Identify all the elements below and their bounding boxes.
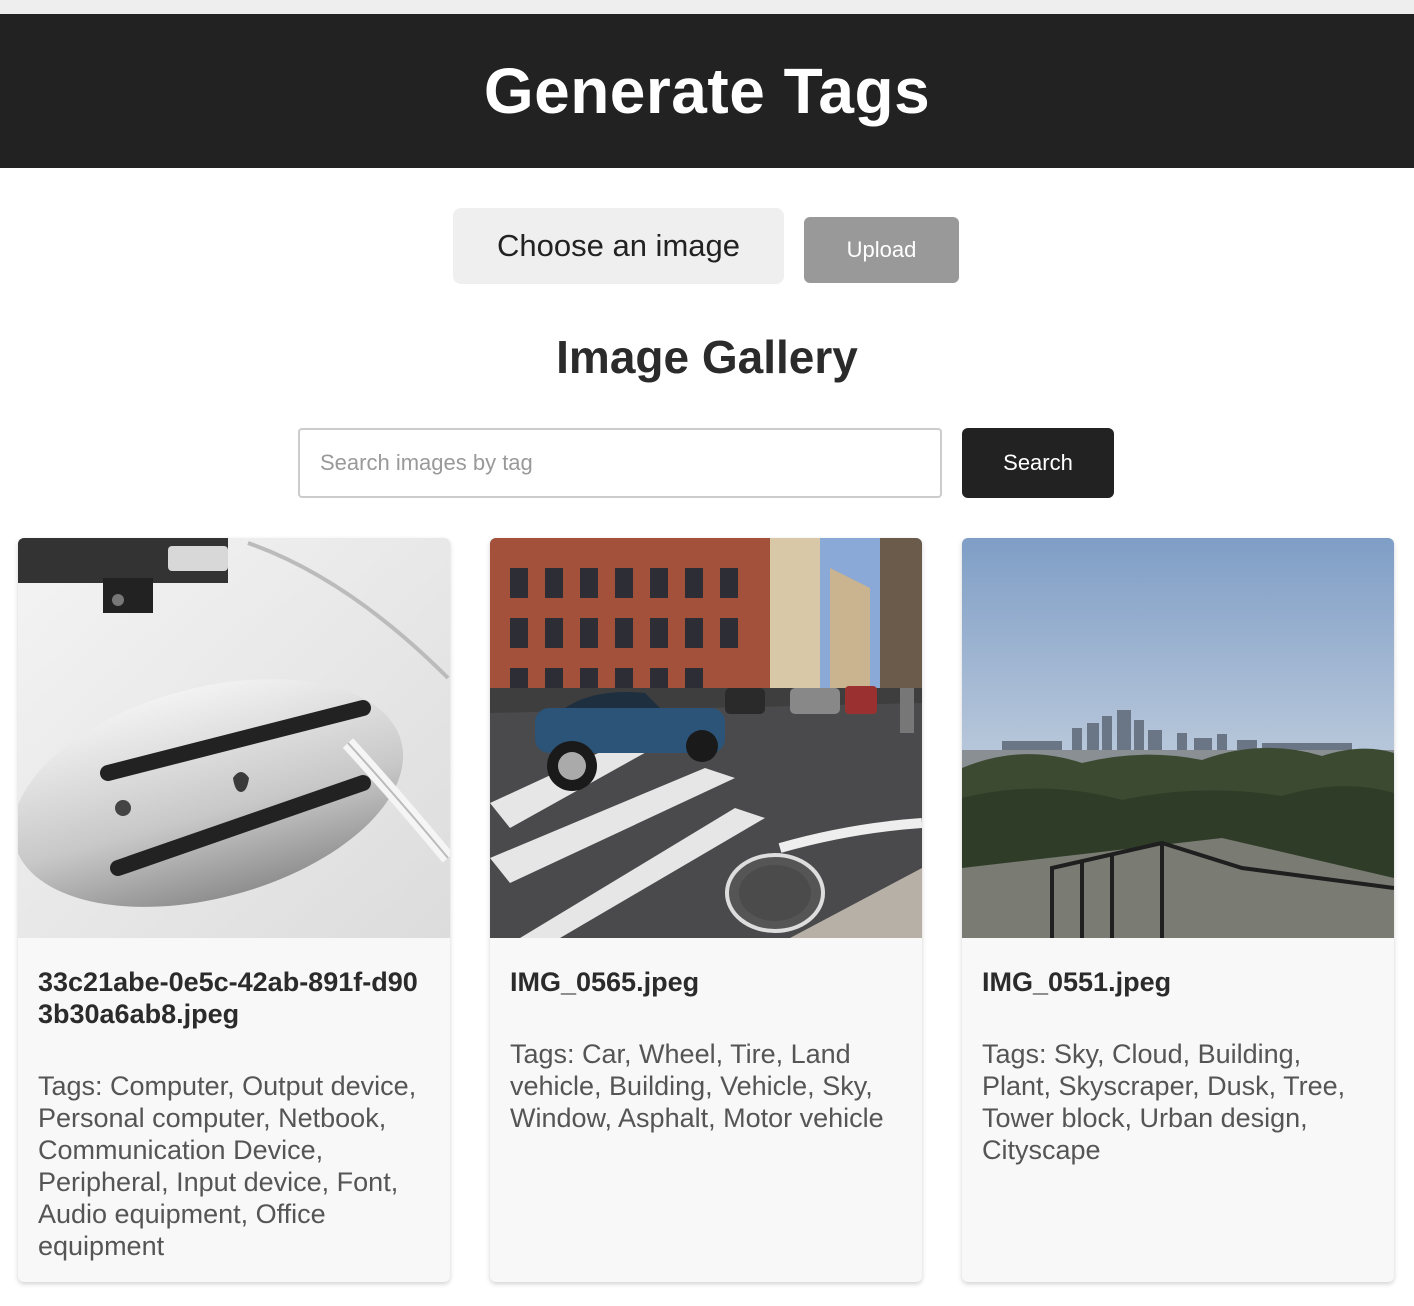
page-header: Generate Tags [0, 14, 1414, 168]
image-tags: Tags: Computer, Output device, Personal … [38, 1071, 417, 1261]
image-tags: Tags: Car, Wheel, Tire, Land vehicle, Bu… [510, 1039, 884, 1133]
top-strip [0, 0, 1414, 14]
gallery-card[interactable]: IMG_0565.jpeg Tags: Car, Wheel, Tire, La… [490, 538, 922, 1282]
gallery-card[interactable]: 33c21abe-0e5c-42ab-891f-d903b30a6ab8.jpe… [18, 538, 450, 1282]
search-button[interactable]: Search [962, 428, 1114, 498]
image-thumbnail-mouse [18, 538, 450, 938]
image-thumbnail-skyline [962, 538, 1394, 938]
upload-row: Choose an image Upload [0, 208, 1414, 284]
image-tags: Tags: Sky, Cloud, Building, Plant, Skysc… [982, 1039, 1346, 1165]
image-filename: IMG_0565.jpeg [510, 967, 700, 997]
image-filename: 33c21abe-0e5c-42ab-891f-d903b30a6ab8.jpe… [38, 967, 418, 1029]
choose-image-button[interactable]: Choose an image [453, 208, 784, 284]
image-thumbnail-street [490, 538, 922, 938]
upload-button[interactable]: Upload [804, 217, 959, 283]
image-filename: IMG_0551.jpeg [982, 967, 1172, 997]
gallery-card[interactable]: IMG_0551.jpeg Tags: Sky, Cloud, Building… [962, 538, 1394, 1282]
page-title: Generate Tags [483, 55, 931, 127]
search-input[interactable] [298, 428, 942, 498]
gallery-title: Image Gallery [556, 331, 858, 383]
